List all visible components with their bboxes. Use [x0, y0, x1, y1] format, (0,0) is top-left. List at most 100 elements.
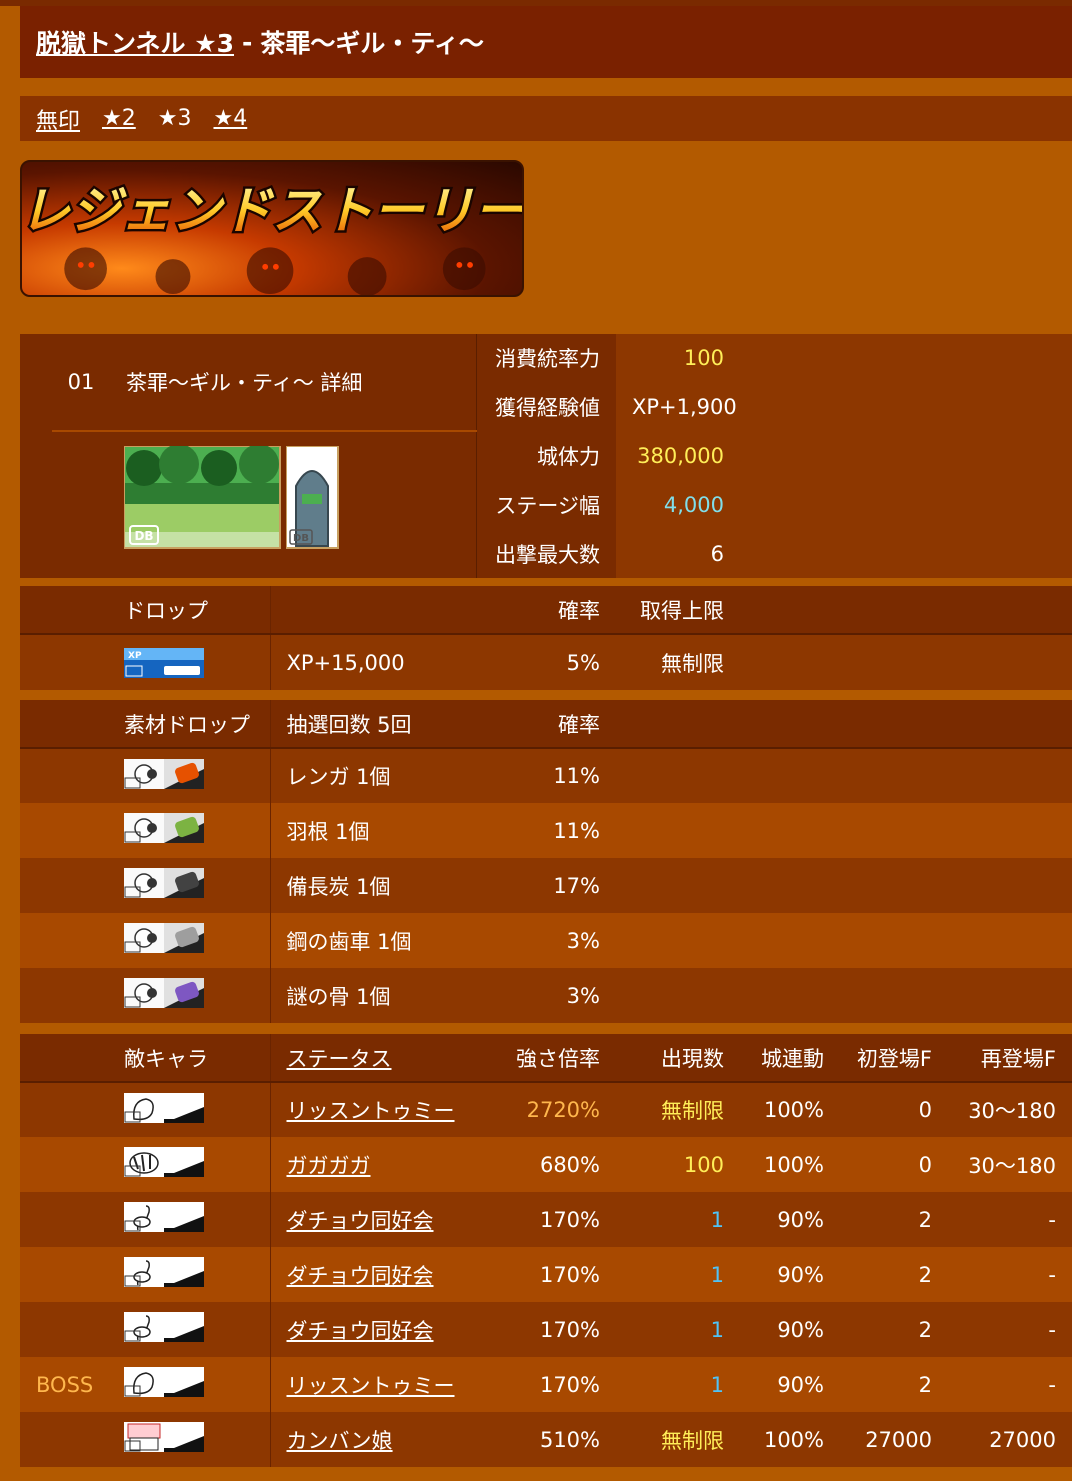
title-separator: -	[242, 27, 253, 57]
ostrich-icon[interactable]	[124, 1312, 204, 1347]
enemy-table: 敵キャラ ステータス 強さ倍率 出現数 城連動 初登場F 再登場F リッスントゥ…	[20, 1034, 1072, 1467]
enemy-row: リッスントゥミー 2720% 無制限 100% 0 30〜180	[20, 1082, 1072, 1137]
brick-icon[interactable]	[124, 758, 204, 794]
banner-text: レジェンドストーリー	[22, 181, 522, 240]
castle-trigger-value: 100%	[740, 1412, 840, 1467]
boss-tag	[20, 1412, 108, 1467]
charcoal-icon[interactable]	[124, 868, 204, 903]
boss-tag	[20, 1192, 108, 1247]
header-gutter	[20, 1034, 108, 1083]
material-table: 素材ドロップ 抽選回数 5回 確率 レンガ 1個 11% 羽根 1個 11% 備…	[20, 700, 1072, 1023]
feather-icon[interactable]	[124, 813, 204, 848]
respawn-value: -	[948, 1302, 1072, 1357]
enemy-name-link[interactable]: ガガガガ	[287, 1154, 371, 1178]
castle-hp-label: 城体力	[475, 431, 616, 481]
drop-item-icon-cell: XP	[108, 634, 271, 690]
boss-tag	[20, 1302, 108, 1357]
map-link[interactable]: 脱獄トンネル ★3	[36, 24, 234, 60]
row-gutter	[20, 634, 108, 690]
stage-width-value: 4,000	[616, 480, 740, 530]
drop-limit-header: 取得上限	[616, 586, 740, 635]
enemy-name-link[interactable]: リッスントゥミー	[287, 1099, 455, 1123]
status-header: ステータス	[270, 1034, 470, 1083]
max-units-value: 6	[616, 529, 740, 579]
material-header: 素材ドロップ	[108, 700, 271, 749]
enemy-row: BOSS リッスントゥミー 170% 1 90% 2-	[20, 1357, 1072, 1412]
star-link-2[interactable]: ★2	[102, 106, 136, 131]
gear-icon[interactable]	[124, 923, 204, 958]
first-spawn-value: 0	[840, 1137, 948, 1192]
material-rate: 17%	[470, 858, 616, 913]
star-level-nav: 無印 ★2 ★3 ★4	[20, 96, 1072, 141]
material-rate: 11%	[470, 748, 616, 803]
enemy-name-link[interactable]: リッスントゥミー	[287, 1374, 455, 1398]
material-rate: 11%	[470, 803, 616, 858]
stage-gutter	[20, 334, 52, 579]
ostrich-icon[interactable]	[124, 1202, 204, 1237]
enemy-name-link[interactable]: ダチョウ同好会	[287, 1319, 434, 1343]
enemy-name-link[interactable]: カンバン娘	[287, 1429, 393, 1453]
count-value: 1	[616, 1192, 740, 1247]
boss-tag	[20, 1247, 108, 1302]
row-tail	[740, 382, 1072, 432]
castle-hp-value: 380,000	[616, 431, 740, 481]
material-row: 謎の骨 1個 3%	[20, 968, 1072, 1023]
material-row: 備長炭 1個 17%	[20, 858, 1072, 913]
boss-tag	[20, 1082, 108, 1137]
header-tail	[740, 586, 1072, 635]
enemy-castle-thumbnail[interactable]: DB	[286, 446, 340, 550]
xp-icon[interactable]: XP	[124, 647, 204, 678]
enemy-row: カンバン娘 510% 無制限 100% 27000 27000	[20, 1412, 1072, 1467]
status-link[interactable]: ステータス	[287, 1047, 392, 1071]
energy-label: 消費統率力	[475, 334, 616, 383]
magnification-value: 170%	[470, 1357, 616, 1412]
header-gutter	[20, 586, 108, 635]
material-row: レンガ 1個 11%	[20, 748, 1072, 803]
legend-story-banner: レジェンドストーリー	[20, 160, 524, 297]
count-value: 100	[616, 1137, 740, 1192]
material-rate-header: 確率	[470, 700, 616, 749]
respawn-value: 30〜180	[948, 1137, 1072, 1192]
enemy-row: ガガガガ 680% 100 100% 0 30〜180	[20, 1137, 1072, 1192]
stage-width-label: ステージ幅	[475, 480, 616, 530]
magnification-value: 2720%	[470, 1082, 616, 1137]
bone-icon[interactable]	[124, 978, 204, 1013]
castle-trigger-value: 90%	[740, 1247, 840, 1302]
svg-text:XP: XP	[128, 651, 142, 661]
enemy-header: 敵キャラ	[108, 1034, 271, 1083]
count-header: 出現数	[616, 1034, 740, 1083]
star-link-normal[interactable]: 無印	[36, 103, 80, 135]
respawn-header: 再登場F	[948, 1034, 1072, 1083]
count-value: 無制限	[616, 1082, 740, 1137]
material-name: 謎の骨 1個	[270, 968, 470, 1023]
banner-art: レジェンドストーリー	[22, 179, 522, 295]
squirrel-icon[interactable]	[124, 1367, 204, 1402]
castle-trigger-value: 90%	[740, 1192, 840, 1247]
xp-label: 獲得経験値	[475, 382, 616, 432]
row-tail	[740, 334, 1072, 383]
material-row: 鋼の歯車 1個 3%	[20, 913, 1072, 968]
enemy-row: ダチョウ同好会 170% 1 90% 2-	[20, 1192, 1072, 1247]
material-row: 羽根 1個 11%	[20, 803, 1072, 858]
enemy-name-link[interactable]: ダチョウ同好会	[287, 1209, 434, 1233]
stage-background-thumbnail[interactable]: DB	[124, 446, 282, 550]
star-current-3: ★3	[157, 106, 192, 131]
first-spawn-header: 初登場F	[840, 1034, 948, 1083]
zebra-icon[interactable]	[124, 1147, 204, 1182]
boss-tag: BOSS	[20, 1357, 108, 1412]
page-title: 脱獄トンネル ★3 - 茶罪〜ギル・ティ〜	[20, 6, 1072, 78]
boss-tag	[20, 1137, 108, 1192]
signboard-girl-icon[interactable]	[124, 1422, 204, 1457]
material-rate: 3%	[470, 913, 616, 968]
ostrich-icon[interactable]	[124, 1257, 204, 1292]
enemy-row: ダチョウ同好会 170% 1 90% 2-	[20, 1247, 1072, 1302]
squirrel-icon[interactable]	[124, 1092, 204, 1128]
material-name: レンガ 1個	[270, 748, 470, 803]
drop-row: XP XP+15,000 5% 無制限	[20, 634, 1072, 690]
star-link-4[interactable]: ★4	[213, 106, 247, 131]
db-badge: DB	[293, 533, 309, 544]
row-tail	[740, 431, 1072, 481]
db-badge: DB	[134, 529, 153, 543]
magnification-value: 170%	[470, 1192, 616, 1247]
enemy-name-link[interactable]: ダチョウ同好会	[287, 1264, 434, 1288]
